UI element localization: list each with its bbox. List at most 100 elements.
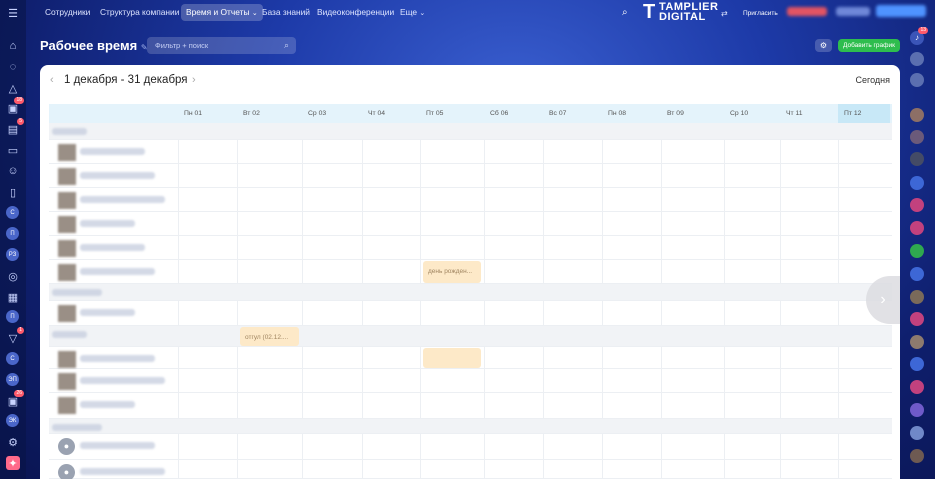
right-avatar[interactable] [910, 221, 924, 235]
calendar-icon[interactable]: ▤ 5 [6, 118, 24, 136]
table-row[interactable] [49, 434, 892, 460]
invite-button[interactable]: Пригласить [743, 5, 778, 22]
marketplace-icon[interactable]: ✦ [6, 456, 20, 470]
doc-icon[interactable]: ▯ [6, 185, 20, 199]
chart-icon[interactable]: ▦ [6, 290, 20, 304]
right-avatar[interactable] [910, 403, 924, 417]
avatar[interactable]: ● [58, 464, 75, 479]
calendar-event[interactable]: отгул (02.12.... [240, 327, 299, 346]
table-row[interactable] [49, 369, 892, 393]
swap-icon[interactable]: ⇄ [721, 5, 728, 22]
sidebar-item-p[interactable]: П [6, 227, 19, 240]
day-header-12: Пт 12 [838, 104, 890, 123]
phone-icon[interactable] [910, 244, 924, 258]
employee-name-redacted[interactable] [80, 355, 155, 362]
sidebar-item-ek[interactable]: ЭК [6, 414, 19, 427]
right-avatar[interactable] [910, 312, 924, 326]
sidebar-item-c2[interactable]: С [6, 352, 19, 365]
table-row[interactable] [49, 393, 892, 419]
sidebar-item-rz[interactable]: РЗ [6, 248, 19, 261]
search-input[interactable]: Фильтр + поиск ⌕ [147, 37, 296, 54]
next-period-arrow[interactable]: › [192, 74, 196, 86]
blurred-user[interactable] [876, 5, 926, 17]
right-avatar[interactable] [910, 426, 924, 440]
table-row[interactable] [49, 140, 892, 164]
employee-name-redacted[interactable] [80, 468, 165, 475]
sidebar-item-p2[interactable]: П [6, 310, 19, 323]
avatar[interactable]: ● [58, 438, 75, 455]
right-avatar[interactable] [910, 152, 924, 166]
sidebar-item-ep[interactable]: ЭП [6, 373, 19, 386]
right-avatar[interactable] [910, 108, 924, 122]
table-row[interactable] [49, 188, 892, 212]
avatar[interactable] [58, 373, 76, 390]
home-icon[interactable]: ⌂ [6, 39, 20, 53]
right-avatar[interactable] [910, 198, 924, 212]
nav-video-conferences[interactable]: Видеоконференции [317, 4, 394, 21]
avatar[interactable] [58, 305, 76, 322]
nav-time-reports[interactable]: Время и Отчеты ⌄ [181, 4, 263, 21]
employee-name-redacted[interactable] [80, 309, 135, 316]
avatar[interactable] [58, 168, 76, 185]
avatar[interactable] [58, 216, 76, 233]
nav-company-structure[interactable]: Структура компании [100, 4, 179, 21]
right-avatar[interactable] [910, 267, 924, 281]
employee-name-redacted[interactable] [80, 172, 155, 179]
users-icon[interactable]: ☺ [6, 164, 20, 178]
chat-icon[interactable]: ◌ [6, 60, 20, 74]
right-avatar[interactable] [910, 52, 924, 66]
prev-period-arrow[interactable]: ‹ [50, 74, 54, 86]
avatar[interactable] [58, 351, 76, 368]
day-header-7: Вс 07 [549, 110, 567, 117]
right-avatar[interactable] [910, 73, 924, 87]
bell-icon[interactable]: △ [6, 81, 20, 95]
employee-name-redacted[interactable] [80, 244, 145, 251]
right-avatar[interactable] [910, 449, 924, 463]
nav-employees[interactable]: Сотрудники [45, 4, 90, 21]
calendar-event[interactable]: день рожден... [423, 261, 481, 283]
table-row[interactable] [49, 460, 892, 479]
employee-name-redacted[interactable] [80, 148, 145, 155]
tasks-icon[interactable]: ▣ 18 [6, 97, 24, 115]
employee-name-redacted[interactable] [80, 377, 165, 384]
employee-name-redacted[interactable] [80, 401, 135, 408]
sidebar-item-c[interactable]: С [6, 206, 19, 219]
avatar[interactable] [58, 397, 76, 414]
menu-icon[interactable]: ☰ [6, 6, 20, 20]
right-avatar[interactable] [910, 176, 924, 190]
department-row [49, 284, 892, 301]
avatar[interactable] [58, 240, 76, 257]
right-avatar[interactable] [910, 130, 924, 144]
gear-icon[interactable]: ⚙ [6, 435, 20, 449]
table-row[interactable] [49, 301, 892, 326]
nav-knowledge-base[interactable]: База знаний [262, 4, 310, 21]
table-row[interactable] [49, 212, 892, 236]
settings-button[interactable]: ⚙ [815, 39, 832, 52]
task-list-icon[interactable]: ▣ 26 [6, 390, 24, 408]
left-sidebar: ☰ ⌂ ◌ △ ▣ 18 ▤ 5 ▭ ☺ ▯ С П РЗ ◎ ▦ П ▽ 1 С Э… [0, 0, 26, 479]
search-icon[interactable]: ⌕ [622, 4, 628, 21]
settings-wheel-icon[interactable]: ◎ [6, 269, 20, 283]
avatar[interactable] [58, 144, 76, 161]
right-avatar[interactable] [910, 335, 924, 349]
employee-name-redacted[interactable] [80, 220, 135, 227]
nav-more[interactable]: Еще ⌄ [400, 4, 425, 21]
table-row[interactable] [49, 164, 892, 188]
avatar[interactable] [58, 192, 76, 209]
employee-name-redacted[interactable] [80, 196, 165, 203]
right-avatar[interactable] [910, 290, 924, 304]
notifications-icon[interactable]: ♪ 13 [910, 27, 928, 45]
employee-name-redacted[interactable] [80, 442, 155, 449]
filter-icon[interactable]: ▽ 1 [6, 327, 24, 345]
nav-more-label: Еще [400, 7, 418, 17]
nav-time-reports-label: Время и Отчеты [186, 7, 250, 17]
right-avatar[interactable] [910, 357, 924, 371]
table-row[interactable] [49, 236, 892, 260]
right-avatar[interactable] [910, 380, 924, 394]
employee-name-redacted[interactable] [80, 268, 155, 275]
today-button[interactable]: Сегодня [856, 75, 891, 85]
avatar[interactable] [58, 264, 76, 281]
calendar-event[interactable] [423, 348, 481, 368]
drive-icon[interactable]: ▭ [6, 143, 20, 157]
add-schedule-button[interactable]: Добавить график [838, 39, 900, 52]
